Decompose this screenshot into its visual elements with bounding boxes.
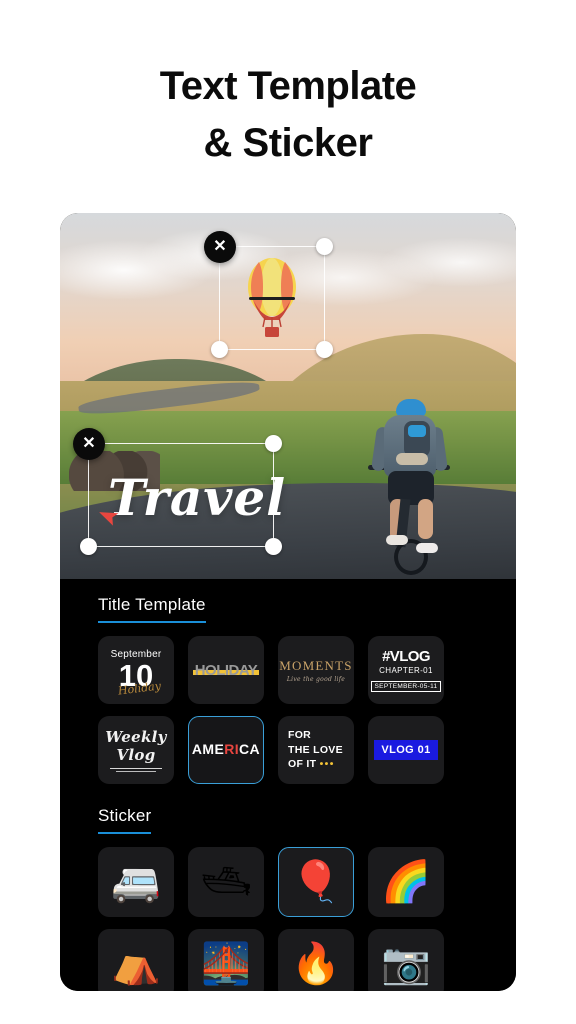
tent-icon: ⛺ [111, 942, 161, 986]
september-10-content: September 10 Holiday [111, 649, 162, 697]
moments-content: MOMENTS Live the good life [279, 658, 352, 683]
title-template-vlog-01[interactable]: VLOG 01 [368, 716, 444, 784]
america-pre: AME [191, 741, 225, 757]
title-template-vlog-chapter[interactable]: #VLOG CHAPTER-01 SEPTEMBER-05-11 [368, 636, 444, 704]
page-title-line-1: Text Template [159, 64, 417, 108]
bridge-icon: 🌉 [201, 942, 251, 986]
sticker-bridge[interactable]: 🌉 [188, 929, 264, 991]
vlog-chapter-content: #VLOG CHAPTER-01 SEPTEMBER-05-11 [370, 647, 442, 693]
delete-text-button[interactable]: ✕ [73, 428, 105, 460]
page-title-line-2: & Sticker [203, 120, 373, 165]
sticker-camera[interactable]: 📷 [368, 929, 444, 991]
text-resize-handle-bottom-left[interactable] [80, 538, 97, 555]
vlog-hashtag-line: #VLOG [382, 647, 430, 665]
camper-van-icon: 🚐 [111, 860, 161, 904]
photo-preview[interactable]: ✕ Travel ✕ [60, 213, 516, 579]
delete-balloon-button[interactable]: ✕ [204, 231, 236, 263]
title-template-america[interactable]: AMERICA [188, 716, 264, 784]
motorboat-icon: 🛥 [200, 860, 252, 904]
vlog-chapter-line: CHAPTER-01 [379, 665, 433, 675]
america-content: AMERICA [192, 741, 260, 759]
holiday-word: HOLIDAY [194, 661, 258, 679]
fire-icon: 🔥 [291, 942, 341, 986]
sticker-fire[interactable]: 🔥 [278, 929, 354, 991]
america-post: CA [239, 741, 261, 757]
title-template-for-the-love-of-it[interactable]: FOR THE LOVE OF IT ••• [278, 716, 354, 784]
shoe-left [386, 535, 408, 545]
leg-right [418, 499, 433, 539]
balloon-selection-frame[interactable]: ✕ [204, 231, 333, 358]
hot-air-balloon-icon: 🎈 [291, 860, 341, 904]
weekly-vlog-underline-2 [116, 771, 156, 773]
text-selection-frame[interactable]: ✕ [73, 428, 282, 555]
shoe-right [416, 543, 438, 553]
sticker-camper-van[interactable]: 🚐 [98, 847, 174, 917]
title-template-moments[interactable]: MOMENTS Live the good life [278, 636, 354, 704]
section-title-title-template: Title Template [98, 595, 206, 623]
holiday-content: HOLIDAY [189, 662, 263, 679]
backpack-accent [408, 425, 426, 437]
app-card: ✕ Travel ✕ Title Template September 10 H… [60, 213, 516, 991]
love-content: FOR THE LOVE OF IT ••• [279, 728, 353, 773]
close-icon: ✕ [82, 435, 96, 452]
love-line-1: FOR [288, 728, 312, 741]
page-title: Text Template & Sticker [0, 0, 576, 172]
resize-handle-top-right[interactable] [316, 238, 333, 255]
text-resize-handle-top-right[interactable] [265, 435, 282, 452]
title-template-weekly-vlog[interactable]: Weekly Vlog [98, 716, 174, 784]
helmet [396, 399, 426, 416]
title-template-holiday[interactable]: HOLIDAY [188, 636, 264, 704]
resize-handle-bottom-right[interactable] [316, 341, 333, 358]
sticker-rainbow[interactable]: 🌈 [368, 847, 444, 917]
sticker-motorboat[interactable]: 🛥 [188, 847, 264, 917]
love-line-3: OF IT [288, 758, 317, 771]
sticker-hot-air-balloon[interactable]: 🎈 [278, 847, 354, 917]
love-dots: ••• [319, 758, 335, 771]
weekly-vlog-word: Weekly Vlog [105, 727, 167, 764]
waist-pack [396, 453, 428, 465]
america-highlight: RI [224, 741, 240, 757]
title-template-grid: September 10 Holiday HOLIDAY MOMENTS Liv… [98, 636, 478, 784]
vlog01-word: VLOG 01 [374, 740, 438, 760]
text-resize-handle-bottom-right[interactable] [265, 538, 282, 555]
cyclist [362, 399, 458, 575]
weekly-vlog-underline-1 [110, 767, 162, 769]
moments-word: MOMENTS [279, 657, 353, 673]
weekly-vlog-content: Weekly Vlog [99, 727, 173, 773]
sticker-tent[interactable]: ⛺ [98, 929, 174, 991]
vlog01-content: VLOG 01 [374, 740, 438, 760]
rainbow-icon: 🌈 [381, 860, 431, 904]
moments-subtitle: Live the good life [286, 675, 346, 683]
love-line-2: THE LOVE [288, 743, 343, 756]
sticker-grid: 🚐 🛥 🎈 🌈 ⛺ 🌉 🔥 📷 [98, 847, 478, 991]
title-template-september-10[interactable]: September 10 Holiday [98, 636, 174, 704]
close-icon: ✕ [213, 238, 227, 255]
resize-handle-bottom-left[interactable] [211, 341, 228, 358]
vlog-date-line: SEPTEMBER-05-11 [370, 680, 442, 692]
camera-icon: 📷 [381, 942, 431, 986]
section-title-sticker: Sticker [98, 806, 152, 834]
editor-panel: Title Template September 10 Holiday HOLI… [60, 579, 516, 991]
